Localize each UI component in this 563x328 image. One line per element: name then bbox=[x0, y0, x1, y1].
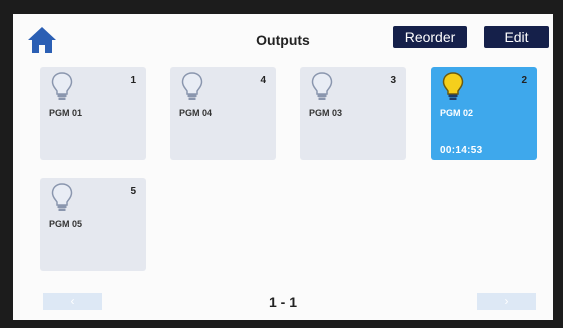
bulb-icon bbox=[51, 183, 73, 211]
output-number: 3 bbox=[390, 75, 396, 86]
output-number: 5 bbox=[130, 186, 136, 197]
output-number: 4 bbox=[260, 75, 266, 86]
output-label: PGM 04 bbox=[179, 108, 213, 118]
reorder-button[interactable]: Reorder bbox=[393, 26, 467, 48]
output-label: PGM 03 bbox=[309, 108, 343, 118]
output-label: PGM 02 bbox=[440, 108, 474, 118]
chevron-right-icon: › bbox=[504, 294, 509, 308]
output-label: PGM 01 bbox=[49, 108, 83, 118]
output-tile[interactable]: 3 PGM 03 bbox=[300, 67, 406, 160]
page-indicator: 1 - 1 bbox=[268, 294, 297, 310]
output-tile[interactable]: 1 PGM 01 bbox=[40, 67, 146, 160]
output-tile[interactable]: 4 PGM 04 bbox=[170, 67, 276, 160]
bulb-icon bbox=[181, 72, 203, 100]
output-label: PGM 05 bbox=[49, 219, 83, 229]
touch-screen: Outputs Reorder Edit 1 PGM 01 4 PGM 04 3… bbox=[13, 14, 553, 320]
next-page-button[interactable]: › bbox=[477, 293, 536, 310]
page-title: Outputs bbox=[256, 32, 310, 48]
bulb-icon bbox=[311, 72, 333, 100]
bulb-icon bbox=[51, 72, 73, 100]
output-tile-active[interactable]: 2 PGM 02 00:14:53 bbox=[431, 67, 537, 160]
edit-button[interactable]: Edit bbox=[484, 26, 549, 48]
output-number: 2 bbox=[521, 75, 527, 86]
output-number: 1 bbox=[130, 75, 136, 86]
output-timer: 00:14:53 bbox=[440, 145, 483, 156]
device-bezel: Outputs Reorder Edit 1 PGM 01 4 PGM 04 3… bbox=[0, 0, 563, 328]
output-tile[interactable]: 5 PGM 05 bbox=[40, 178, 146, 271]
bulb-lit-icon bbox=[442, 72, 464, 100]
